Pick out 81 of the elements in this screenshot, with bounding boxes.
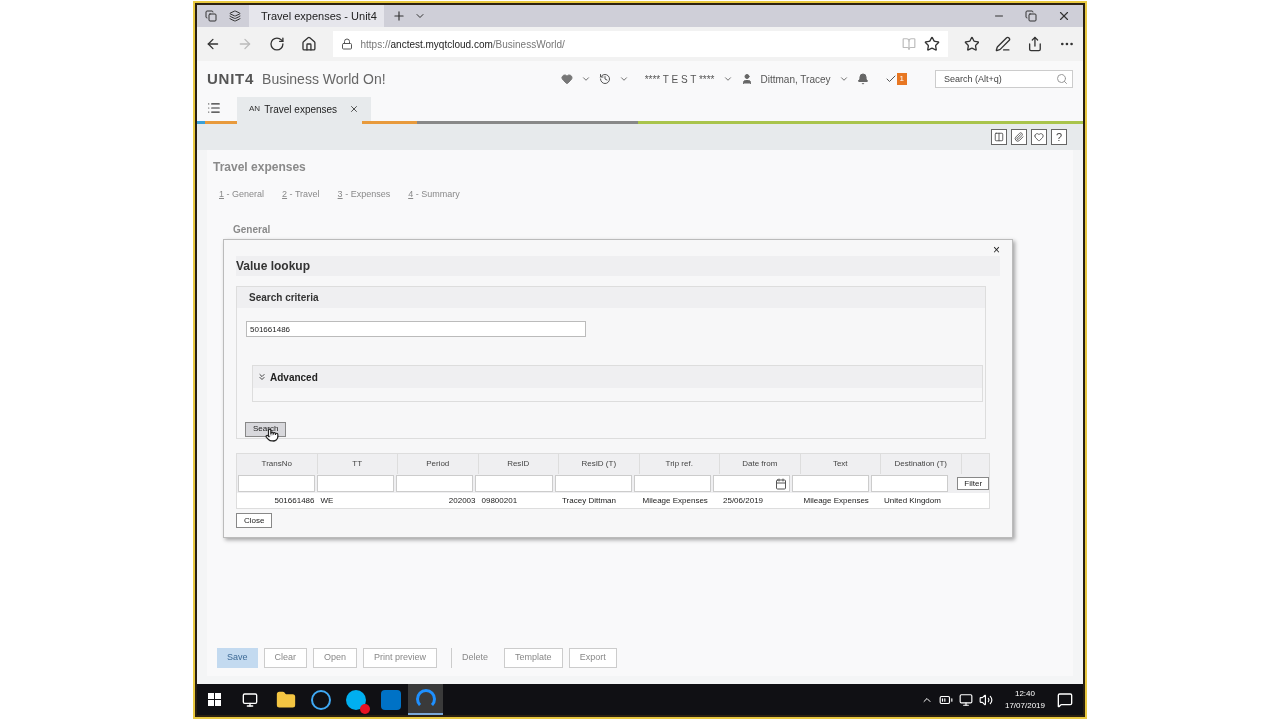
bell-icon[interactable] <box>856 73 869 85</box>
close-icon[interactable] <box>1057 9 1071 23</box>
close-button[interactable]: × <box>993 244 1000 256</box>
user-name[interactable]: Dittman, Tracey <box>760 71 831 87</box>
filter-field[interactable] <box>317 475 395 492</box>
wizard-step[interactable]: 2 - Travel <box>282 188 320 202</box>
chevron-down-icon[interactable] <box>838 74 849 84</box>
columns-icon[interactable] <box>991 129 1007 145</box>
section-title: General <box>233 222 272 237</box>
new-tab-icon[interactable] <box>392 9 406 23</box>
table-cell-text: Mileage Expenses <box>802 494 870 507</box>
history-icon[interactable] <box>598 73 611 85</box>
table-cell-text: Tracey Dittman <box>561 494 617 507</box>
search-button[interactable]: Search <box>245 421 287 437</box>
pen-icon[interactable] <box>995 36 1012 52</box>
browser-tab[interactable]: Travel expenses - Unit4 <box>249 5 384 27</box>
chevron-down-icon[interactable] <box>618 74 629 84</box>
close-button[interactable]: Close <box>236 513 273 528</box>
share-icon[interactable] <box>1027 36 1044 52</box>
clock-time[interactable]: 12:40 <box>1014 687 1035 700</box>
wizard-step[interactable]: 4 - Summary <box>408 188 460 202</box>
advanced-toggle[interactable]: Advanced <box>270 370 318 385</box>
wizard-step[interactable]: 3 - Expenses <box>337 188 391 202</box>
lock-icon <box>340 38 353 50</box>
search-value-field[interactable]: 501661486 <box>246 321 586 338</box>
tab-label: Travel expenses <box>264 102 338 117</box>
paperclip-icon[interactable] <box>1011 129 1027 145</box>
favorites-list-icon[interactable] <box>963 36 980 52</box>
url-text: https://anctest.myqtcloud.com/BusinessWorld/ <box>360 37 565 52</box>
mail-app-icon <box>380 689 401 710</box>
logo: UNIT4 <box>207 68 255 89</box>
user-icon <box>740 73 753 85</box>
tab-title: Travel expenses - Unit4 <box>261 8 377 24</box>
search-field[interactable]: Search (Alt+q) <box>935 70 1073 88</box>
help-button[interactable]: ? <box>1051 129 1067 145</box>
table-cell-text: Mileage Expenses <box>641 494 709 507</box>
wizard-step[interactable]: 1 - General <box>219 188 265 202</box>
filter-field[interactable] <box>475 475 553 492</box>
heart-icon[interactable] <box>560 73 573 85</box>
count-badge: 1 <box>896 73 907 85</box>
back-icon[interactable] <box>205 36 221 52</box>
filter-field[interactable] <box>238 475 316 492</box>
table-cell-text: 501661486 <box>273 494 316 507</box>
filter-field[interactable] <box>871 475 949 492</box>
filter-button[interactable]: Filter <box>957 477 990 490</box>
home-icon[interactable] <box>300 36 317 52</box>
calendar-icon[interactable] <box>775 478 787 490</box>
table-cell-text: 09800201 <box>480 494 519 507</box>
filter-field[interactable] <box>554 475 632 492</box>
table-cell-text: United Kingdom <box>883 494 942 507</box>
menu-icon[interactable] <box>207 101 221 115</box>
tab-prefix: AN <box>249 103 261 115</box>
favorite-star-icon[interactable] <box>923 36 940 52</box>
table-cell-text: WE <box>319 494 335 507</box>
filter-field[interactable] <box>712 475 790 492</box>
environment-label[interactable]: **** T E S T **** <box>644 71 715 87</box>
table-cell-text: 25/06/2019 <box>722 494 765 507</box>
chevron-down-icon[interactable] <box>722 74 733 84</box>
filter-field[interactable] <box>396 475 474 492</box>
task-view-icon[interactable] <box>242 691 258 708</box>
panel-title: Search criteria <box>249 291 319 306</box>
chevron-down-icon[interactable] <box>580 74 591 84</box>
dialog-title: Value lookup <box>236 258 310 275</box>
close-icon[interactable] <box>349 104 360 114</box>
filter-field[interactable] <box>633 475 711 492</box>
notification-icon[interactable] <box>1057 691 1073 708</box>
refresh-icon[interactable] <box>268 36 285 52</box>
app-tab[interactable]: AN Travel expenses <box>237 97 372 121</box>
volume-icon[interactable] <box>978 692 993 707</box>
restore-icon[interactable] <box>1025 10 1037 22</box>
clock-date[interactable]: 17/07/2019 <box>1004 699 1045 712</box>
filter-field[interactable] <box>792 475 870 492</box>
browser-e-icon <box>310 689 331 710</box>
page-title: Travel expenses <box>213 159 307 176</box>
address-bar[interactable]: https://anctest.myqtcloud.com/BusinessWorld/ <box>332 31 948 57</box>
table-cell-text: 202003 <box>447 494 477 507</box>
folder-icon <box>275 689 296 710</box>
double-chevron-icon[interactable] <box>257 372 267 383</box>
product-name: Business World On! <box>262 69 386 89</box>
check-icon[interactable] <box>884 73 897 85</box>
search-icon <box>1056 73 1068 85</box>
